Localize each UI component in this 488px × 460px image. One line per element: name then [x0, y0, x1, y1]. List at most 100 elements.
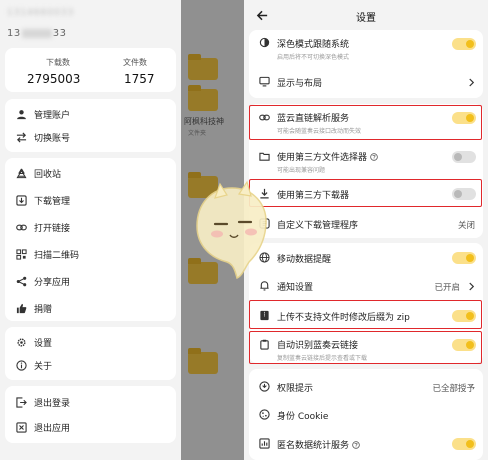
drawer-item-switch-account[interactable]: 切换账号	[5, 126, 176, 148]
setting-subtitle: 可能出现兼容问题	[277, 167, 326, 174]
clipboard-icon	[259, 339, 270, 350]
drawer-item-label: 回收站	[34, 169, 62, 180]
setting-auto-detect-link[interactable]: 自动识别蓝奏云链接 复制蓝奏云链接后提示查看或下载	[249, 335, 483, 363]
anonymous-stats-toggle[interactable]	[452, 438, 476, 450]
setting-subtitle: 复制蓝奏云链接后提示查看或下载	[277, 355, 368, 362]
page-title: 设置	[356, 13, 376, 24]
drawer-item-open-link[interactable]: 打开链接	[5, 216, 176, 238]
setting-title: 使用第三方文件选择器	[277, 150, 378, 163]
zip-icon	[259, 310, 270, 321]
drawer-item-exit-app[interactable]: 退出应用	[5, 416, 176, 438]
drawer-item-manage-account[interactable]: 管理账户	[5, 103, 176, 125]
direct-link-toggle[interactable]	[452, 112, 476, 124]
mascot-watermark	[196, 180, 267, 280]
setting-title: 深色模式跟随系统	[277, 40, 350, 50]
setting-mobile-data-reminder[interactable]: 移动数据提醒	[249, 247, 483, 269]
setting-title: 自动识别蓝奏云链接	[277, 341, 359, 351]
downloads-count: 2795003	[27, 72, 81, 86]
setting-subtitle: 启用后将不可切换深色模式	[277, 54, 350, 61]
drawer-item-label: 扫描二维码	[34, 250, 80, 261]
setting-title: 通知设置	[277, 283, 314, 293]
setting-third-party-downloader[interactable]: 使用第三方下载器	[249, 183, 483, 205]
setting-title: 匿名数据统计服务	[277, 438, 360, 451]
dark-mode-toggle[interactable]	[452, 38, 476, 50]
chevron-right-icon	[467, 77, 475, 87]
drawer-group-exit: 退出登录 退出应用	[5, 386, 176, 443]
drawer-item-label: 切换账号	[34, 133, 71, 144]
drawer-item-label: 退出应用	[34, 423, 71, 434]
folder-icon	[259, 151, 270, 162]
setting-subtitle: 可能会随蓝奏云接口改动而失效	[277, 128, 362, 135]
share-icon	[15, 275, 27, 287]
setting-value: 关闭	[457, 221, 475, 231]
logout-icon	[15, 396, 27, 408]
settings-screen: 设置 深色模式跟随系统 启用后将不可切换深色模式 显示与布局 蓝云直链解析服务 …	[244, 0, 488, 460]
info-icon	[15, 359, 27, 371]
setting-anonymous-stats[interactable]: 匿名数据统计服务	[249, 433, 483, 455]
cookie-icon	[259, 409, 270, 420]
drawer-item-label: 退出登录	[34, 398, 71, 409]
drawer-item-label: 分享应用	[34, 277, 71, 288]
downloads-label: 下载数	[46, 58, 70, 67]
auto-detect-toggle[interactable]	[452, 339, 476, 351]
third-party-downloader-toggle[interactable]	[452, 188, 476, 200]
chevron-right-icon	[467, 281, 475, 291]
drawer-item-label: 下载管理	[34, 196, 71, 207]
drawer-group-account: 管理账户 切换账号	[5, 99, 176, 152]
help-icon	[370, 153, 378, 161]
drawer-item-logout[interactable]: 退出登录	[5, 391, 176, 413]
drawer-item-donate[interactable]: 捐赠	[5, 297, 176, 319]
setting-title: 显示与布局	[277, 79, 323, 89]
setting-title: 自定义下载管理程序	[277, 221, 359, 231]
drawer-item-label: 设置	[34, 338, 53, 349]
setting-custom-download-manager[interactable]: 自定义下载管理程序 关闭	[249, 213, 483, 235]
thumb-up-icon	[15, 302, 27, 314]
drawer-item-recycle-bin[interactable]: 回收站	[5, 162, 176, 184]
download-box-icon	[15, 194, 27, 206]
third-party-picker-toggle[interactable]	[452, 151, 476, 163]
permission-icon	[259, 381, 270, 392]
mobile-data-toggle[interactable]	[452, 252, 476, 264]
setting-identity-cookie[interactable]: 身份 Cookie	[249, 404, 483, 426]
dark-mode-icon	[259, 37, 270, 48]
drawer-item-label: 关于	[34, 361, 53, 372]
drawer-item-download-manager[interactable]: 下载管理	[5, 189, 176, 211]
setting-title: 使用第三方下载器	[277, 191, 350, 201]
qr-code-icon	[15, 248, 27, 260]
setting-display-layout[interactable]: 显示与布局	[249, 71, 483, 93]
setting-title: 蓝云直链解析服务	[277, 114, 350, 124]
drawer-item-scan-qr[interactable]: 扫描二维码	[5, 243, 176, 265]
link-icon	[15, 221, 27, 233]
drawer-item-label: 管理账户	[34, 110, 71, 121]
files-label: 文件数	[123, 58, 147, 67]
drawer-item-settings[interactable]: 设置	[5, 331, 176, 353]
setting-zip-suffix[interactable]: 上传不支持文件时修改后缀为 zip	[249, 305, 483, 327]
setting-permissions[interactable]: 权限提示 已全部授予	[249, 376, 483, 398]
drawer-item-label: 捐赠	[34, 304, 53, 315]
setting-direct-link-parse[interactable]: 蓝云直链解析服务 可能会随蓝奏云接口改动而失效	[249, 108, 483, 138]
person-icon	[15, 108, 27, 120]
setting-value: 已开启	[434, 283, 460, 293]
setting-title: 上传不支持文件时修改后缀为 zip	[277, 313, 410, 323]
drawer-group-tools: 回收站 下载管理 打开链接 扫描二维码 分享应用 捐赠	[5, 158, 176, 321]
zip-suffix-toggle[interactable]	[452, 310, 476, 322]
setting-third-party-picker[interactable]: 使用第三方文件选择器 可能出现兼容问题	[249, 147, 483, 177]
link-icon	[259, 112, 270, 123]
gear-icon	[15, 336, 27, 348]
drawer-item-about[interactable]: 关于	[5, 354, 176, 376]
top-bar: 设置	[244, 0, 488, 30]
drawer-item-share-app[interactable]: 分享应用	[5, 270, 176, 292]
setting-dark-mode[interactable]: 深色模式跟随系统 启用后将不可切换深色模式	[249, 34, 483, 64]
setting-title: 移动数据提醒	[277, 255, 332, 265]
user-id: 13 33	[7, 28, 67, 39]
setting-notifications[interactable]: 通知设置 已开启	[249, 275, 483, 297]
navigation-drawer: 1314660033 13 33 下载数 2795003 文件数 1757 管理账…	[0, 0, 181, 460]
drawer-item-label: 打开链接	[34, 223, 71, 234]
swap-icon	[15, 131, 27, 143]
setting-title: 权限提示	[277, 384, 314, 394]
setting-value: 已全部授予	[432, 384, 475, 394]
user-name: 1314660033	[7, 8, 75, 18]
display-icon	[259, 76, 270, 87]
close-box-icon	[15, 421, 27, 433]
setting-title: 身份 Cookie	[277, 412, 329, 422]
